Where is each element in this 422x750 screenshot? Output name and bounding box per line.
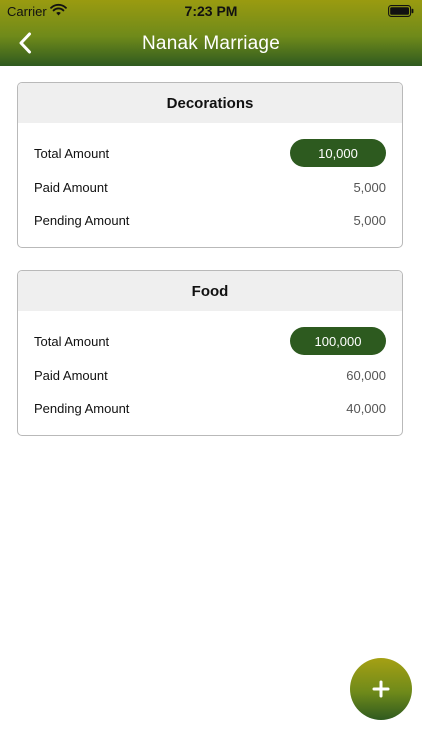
paid-amount-label: Paid Amount: [34, 367, 108, 383]
plus-icon: [372, 680, 390, 698]
pending-amount-label: Pending Amount: [34, 212, 130, 228]
pending-amount-row: Pending Amount 5,000: [34, 206, 386, 234]
pending-amount-label: Pending Amount: [34, 400, 130, 416]
paid-amount-value: 5,000: [353, 179, 386, 195]
page-title: Nanak Marriage: [142, 33, 280, 54]
total-amount-label: Total Amount: [34, 145, 110, 161]
pending-amount-row: Pending Amount 40,000: [34, 394, 386, 422]
navigation-header: Carrier 7:23 PM Nanak Marriage: [0, 0, 422, 66]
battery-icon: [388, 5, 414, 17]
add-expense-button[interactable]: [350, 658, 412, 720]
card-title: Food: [18, 271, 402, 311]
status-time: 7:23 PM: [184, 3, 238, 19]
paid-amount-label: Paid Amount: [34, 179, 108, 195]
total-amount-row: Total Amount 10,000: [34, 139, 386, 167]
expense-card-decorations[interactable]: Decorations Total Amount 10,000 Paid Amo…: [17, 82, 403, 248]
total-amount-badge: 100,000: [290, 327, 386, 355]
pending-amount-value: 40,000: [346, 400, 386, 416]
total-amount-badge: 10,000: [290, 139, 386, 167]
total-amount-label: Total Amount: [34, 333, 110, 349]
paid-amount-value: 60,000: [346, 367, 386, 383]
status-bar: Carrier 7:23 PM: [0, 0, 422, 22]
paid-amount-row: Paid Amount 5,000: [34, 173, 386, 201]
total-amount-row: Total Amount 100,000: [34, 327, 386, 355]
expense-card-food[interactable]: Food Total Amount 100,000 Paid Amount 60…: [17, 270, 403, 436]
paid-amount-row: Paid Amount 60,000: [34, 361, 386, 389]
card-title: Decorations: [18, 83, 402, 123]
pending-amount-value: 5,000: [353, 212, 386, 228]
